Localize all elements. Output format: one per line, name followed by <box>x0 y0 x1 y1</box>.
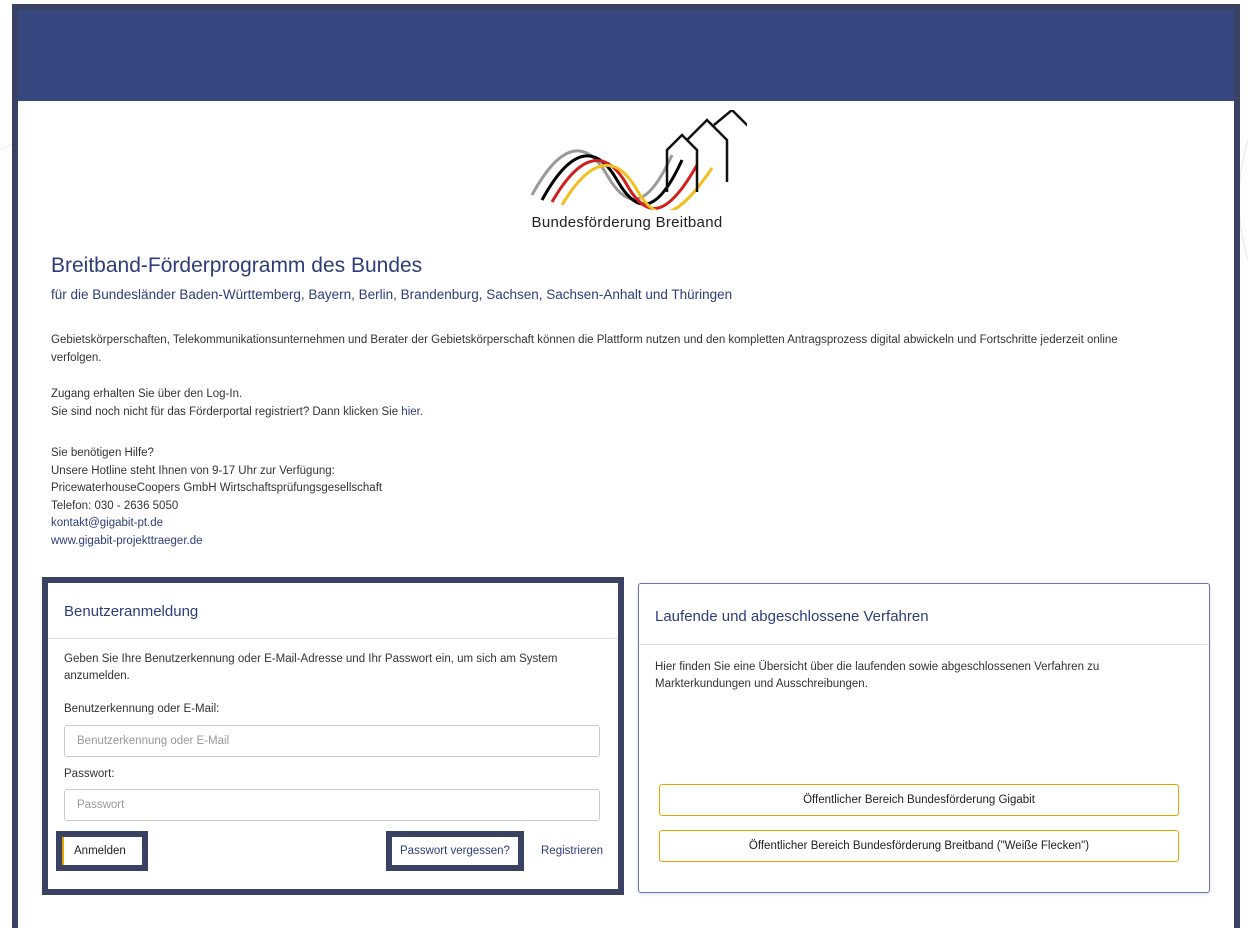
public-breitband-button[interactable]: Öffentlicher Bereich Bundesförderung Bre… <box>659 830 1179 862</box>
logo: Bundesförderung Breitband <box>497 110 757 238</box>
help-text: Sie benötigen Hilfe? Unsere Hotline steh… <box>51 445 382 550</box>
help-phone: Telefon: 030 - 2636 5050 <box>51 499 179 512</box>
forgot-password-link[interactable]: Passwort vergessen? <box>400 845 510 857</box>
logo-text: Bundesförderung Breitband <box>531 214 723 231</box>
username-input[interactable] <box>64 725 600 757</box>
procedures-description: Hier finden Sie eine Übersicht über die … <box>655 661 1100 690</box>
login-title: Benutzeranmeldung <box>48 583 618 639</box>
login-description: Geben Sie Ihre Benutzerkennung oder E-Ma… <box>64 653 558 682</box>
page-title: Breitband-Förderprogramm des Bundes <box>51 254 423 277</box>
intro-line-2: verfolgen. <box>51 351 102 364</box>
help-email-link[interactable]: kontakt@gigabit-pt.de <box>51 517 163 529</box>
password-input[interactable] <box>64 789 600 821</box>
password-label: Passwort: <box>64 768 115 780</box>
login-button[interactable]: Anmelden <box>56 831 148 871</box>
access-line-1: Zugang erhalten Sie über den Log-In. <box>51 388 243 400</box>
help-company: PricewaterhouseCoopers GmbH Wirtschaftsp… <box>51 482 383 494</box>
login-button-label: Anmelden <box>62 837 142 865</box>
header-bar <box>18 10 1234 101</box>
forgot-password-box: Passwort vergessen? <box>386 831 524 871</box>
access-text: Zugang erhalten Sie über den Log-In. Sie… <box>51 386 423 421</box>
login-card: Benutzeranmeldung Geben Sie Ihre Benutze… <box>42 577 624 895</box>
username-label: Benutzerkennung oder E-Mail: <box>64 703 220 715</box>
help-website-link[interactable]: www.gigabit-projekttraeger.de <box>51 535 203 547</box>
public-gigabit-button[interactable]: Öffentlicher Bereich Bundesförderung Gig… <box>659 784 1179 816</box>
access-suffix: . <box>419 405 424 418</box>
page-subtitle: für die Bundesländer Baden-Württemberg, … <box>51 287 733 302</box>
procedures-card: Laufende und abgeschlossene Verfahren Hi… <box>638 583 1210 893</box>
access-prefix: Sie sind noch nicht für das Förderportal… <box>51 405 399 418</box>
logo-graphic <box>530 110 747 210</box>
help-hotline: Unsere Hotline steht Ihnen von 9-17 Uhr … <box>51 464 335 477</box>
help-question: Sie benötigen Hilfe? <box>51 447 154 459</box>
intro-text: Gebietskörperschaften, Telekommunikation… <box>51 332 1201 367</box>
access-line-2: Sie sind noch nicht für das Förderportal… <box>51 404 423 422</box>
register-link[interactable]: Registrieren <box>541 845 603 857</box>
procedures-title: Laufende und abgeschlossene Verfahren <box>639 584 1209 645</box>
intro-line-1: Gebietskörperschaften, Telekommunikation… <box>51 334 1118 346</box>
register-here-link[interactable]: hier <box>401 406 420 418</box>
